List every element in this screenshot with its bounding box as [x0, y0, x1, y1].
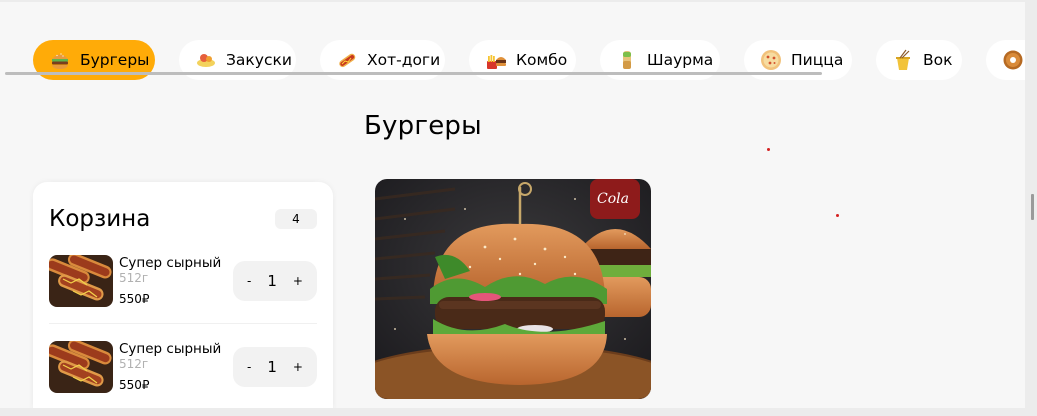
cart-item-weight: 512г: [119, 271, 149, 285]
category-label: Закуски: [226, 51, 292, 69]
cart-title: Корзина: [49, 206, 151, 232]
combo-icon: [485, 49, 507, 71]
decor-dot: [836, 214, 839, 217]
cart-item-weight: 512г: [119, 357, 149, 371]
page-scrollbar-thumb[interactable]: [1031, 194, 1034, 220]
cart-item-price: 550₽: [119, 378, 150, 392]
pizza-icon: [760, 49, 782, 71]
category-label: Пицца: [791, 51, 844, 69]
cart-item-name: Супер сырный: [119, 341, 222, 357]
quantity-stepper: - 1 +: [233, 347, 317, 387]
category-label: Бургеры: [80, 51, 150, 69]
cart-count-badge: 4: [275, 209, 317, 229]
nav-scrollbar[interactable]: [5, 72, 822, 75]
cart-item-name: Супер сырный: [119, 255, 222, 271]
category-nav: Бургеры Закуски Хот-доги Комбо Шаурма Пи…: [0, 40, 1037, 80]
shawarma-icon: [616, 49, 638, 71]
cart-item: Супер сырный 512г 550₽ - 1 +: [49, 341, 317, 393]
burger-icon: [49, 49, 71, 71]
wok-icon: [892, 49, 914, 71]
quantity-value: 1: [267, 272, 277, 290]
category-label: Хот-доги: [367, 51, 441, 69]
hotdog-icon: [336, 49, 358, 71]
increase-button[interactable]: +: [293, 274, 303, 288]
cart-item-price: 550₽: [119, 292, 150, 306]
page-title: Бургеры: [364, 111, 482, 141]
category-wok[interactable]: Вок: [876, 40, 962, 80]
cart-item-image: [49, 341, 113, 393]
svg-text:Cola: Cola: [597, 191, 629, 207]
quantity-value: 1: [267, 358, 277, 376]
decor-dot: [767, 148, 770, 151]
top-border: [0, 0, 1037, 2]
donut-icon: [1002, 49, 1024, 71]
category-label: Комбо: [516, 51, 568, 69]
bottom-border: [0, 408, 1037, 416]
cart-item-image: [49, 255, 113, 307]
category-label: Шаурма: [647, 51, 714, 69]
cart-divider: [49, 323, 317, 324]
decrease-button[interactable]: -: [247, 360, 251, 374]
increase-button[interactable]: +: [293, 360, 303, 374]
cart-item: Супер сырный 512г 550₽ - 1 +: [49, 255, 317, 307]
cart-header: Корзина 4: [49, 204, 317, 234]
quantity-stepper: - 1 +: [233, 261, 317, 301]
cart-panel: Корзина 4 Супер сырный 512г 550₽ - 1 + С…: [33, 182, 333, 416]
decrease-button[interactable]: -: [247, 274, 251, 288]
page-scrollbar[interactable]: [1025, 0, 1037, 416]
category-label: Вок: [923, 51, 953, 69]
snack-icon: [195, 49, 217, 71]
product-card-image[interactable]: Cola: [375, 179, 651, 399]
